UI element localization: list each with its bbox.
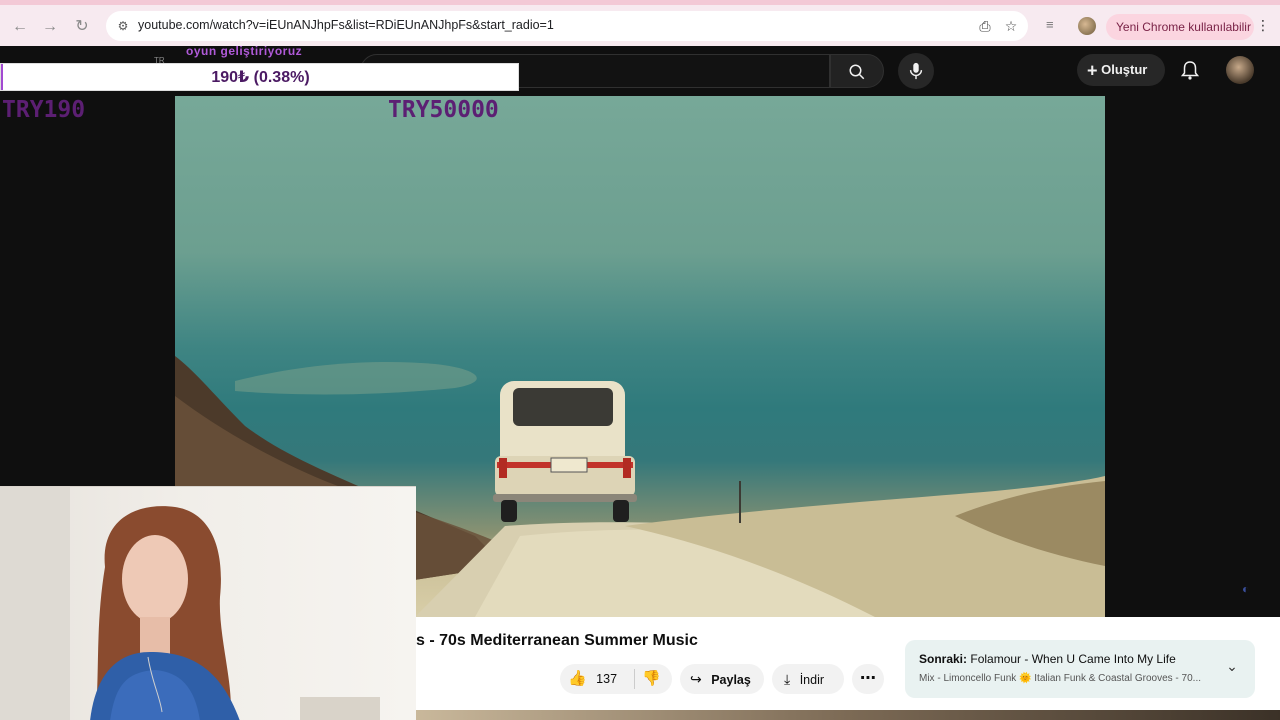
chrome-update-button[interactable]: Yeni Chrome kullanılabilir bbox=[1106, 14, 1254, 40]
donation-progress-bar: 190₺ (0.38%) bbox=[0, 63, 519, 91]
up-next-playlist: Mix - Limoncello Funk 🌞 Italian Funk & C… bbox=[919, 673, 1202, 684]
related-thumbnail-strip bbox=[416, 710, 1280, 720]
url-text: youtube.com/watch?v=iEUnANJhpFs&list=RDi… bbox=[138, 18, 554, 32]
download-button[interactable]: ⤓ İndir bbox=[772, 664, 844, 694]
like-count: 137 bbox=[596, 672, 618, 686]
browser-toolbar: ← → ↻ ⚙ youtube.com/watch?v=iEUnANJhpFs&… bbox=[0, 0, 1280, 46]
webcam-person-image bbox=[0, 487, 380, 720]
thumbs-up-icon: 👍 bbox=[568, 670, 587, 687]
share-label: Paylaş bbox=[711, 673, 751, 687]
chevron-down-icon[interactable]: ⌄ bbox=[1223, 658, 1241, 676]
search-button[interactable] bbox=[830, 54, 884, 88]
microphone-icon bbox=[909, 62, 923, 79]
reload-icon[interactable]: ↻ bbox=[70, 15, 94, 39]
search-icon bbox=[849, 64, 865, 80]
up-next-song: Folamour - When U Came Into My Life bbox=[970, 652, 1176, 666]
download-label: İndir bbox=[799, 673, 825, 687]
share-arrow-icon: ↪ bbox=[690, 671, 702, 687]
media-controls-icon[interactable]: ≡ bbox=[1046, 17, 1064, 35]
install-app-icon[interactable]: ⎙ bbox=[976, 17, 994, 35]
profile-avatar[interactable] bbox=[1078, 17, 1096, 35]
webcam-overlay bbox=[0, 486, 416, 720]
donation-progress-text: 190₺ (0.38%) bbox=[211, 69, 310, 86]
back-icon[interactable]: ← bbox=[8, 15, 32, 39]
up-next-card[interactable]: Sonraki: Folamour - When U Came Into My … bbox=[905, 640, 1255, 698]
donation-current-amount: TRY190 bbox=[2, 97, 86, 123]
dislike-button[interactable]: 👎 bbox=[642, 664, 661, 694]
voice-search-button[interactable] bbox=[898, 53, 934, 89]
address-bar[interactable]: ⚙ youtube.com/watch?v=iEUnANJhpFs&list=R… bbox=[106, 11, 1028, 41]
more-actions-button[interactable]: ⋯ bbox=[852, 664, 884, 694]
like-dislike-group: 👍 137 👎 bbox=[560, 664, 672, 694]
more-horizontal-icon: ⋯ bbox=[860, 670, 876, 687]
bookmark-star-icon[interactable]: ☆ bbox=[1002, 17, 1020, 35]
channel-watermark-icon[interactable]: ◐ bbox=[1242, 582, 1249, 596]
download-icon: ⤓ bbox=[784, 671, 791, 687]
like-divider bbox=[634, 669, 635, 689]
overlay-caption: oyun geliştiriyoruz bbox=[186, 44, 303, 58]
site-info-icon[interactable]: ⚙ bbox=[114, 17, 132, 35]
plus-icon: + bbox=[1087, 60, 1098, 81]
up-next-prefix: Sonraki: bbox=[919, 652, 968, 666]
thumbs-down-icon: 👎 bbox=[642, 670, 661, 687]
notifications-bell-icon[interactable] bbox=[1176, 56, 1204, 84]
donation-goal-amount: TRY50000 bbox=[388, 97, 499, 123]
share-button[interactable]: ↪ Paylaş bbox=[680, 664, 764, 694]
account-avatar[interactable] bbox=[1226, 56, 1254, 84]
like-button[interactable]: 👍 137 bbox=[568, 664, 617, 694]
up-next-title: Sonraki: Folamour - When U Came Into My … bbox=[919, 652, 1176, 666]
create-button[interactable]: + Oluştur bbox=[1077, 54, 1165, 86]
forward-icon[interactable]: → bbox=[38, 15, 62, 39]
kebab-menu-icon[interactable]: ⋮ bbox=[1256, 17, 1270, 37]
create-label: Oluştur bbox=[1101, 62, 1148, 77]
video-title: s - 70s Mediterranean Summer Music bbox=[416, 632, 698, 649]
